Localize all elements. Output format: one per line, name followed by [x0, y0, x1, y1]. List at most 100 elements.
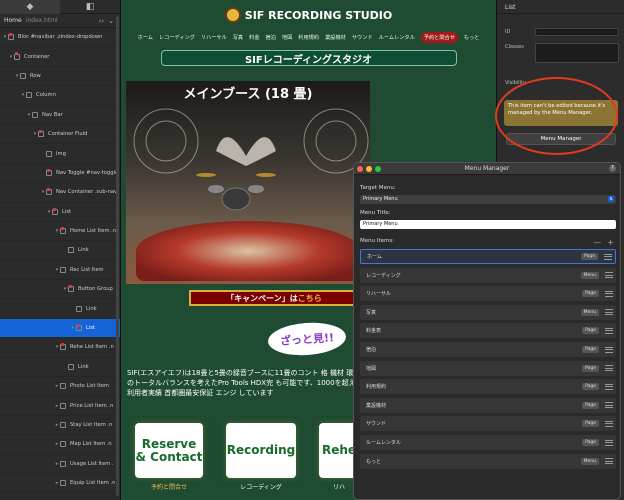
warning-marker-icon [77, 323, 80, 327]
drag-handle-icon[interactable] [605, 346, 613, 353]
layer-row[interactable]: Img [0, 144, 120, 164]
menu-item-label: 利用規約 [366, 384, 387, 391]
layer-row[interactable]: ▾ Home List Item .n [0, 222, 120, 242]
menu-item-row[interactable]: サウンド Page [360, 416, 616, 432]
navigator-scrollbar[interactable] [116, 16, 119, 496]
site-menu-item[interactable]: ルームレンタル [379, 34, 415, 41]
site-menu-item[interactable]: 利用規約 [298, 34, 319, 41]
layer-row[interactable]: ▾ Button Group [0, 280, 120, 300]
site-menu-item[interactable]: もっと [464, 34, 480, 41]
target-menu-select[interactable]: Primary Menu ⇅ [360, 195, 616, 204]
element-type-icon [60, 480, 66, 487]
campaign-link[interactable]: こちら [298, 293, 322, 304]
menu-item-row[interactable]: レコーディング Menu [360, 267, 616, 283]
layer-row[interactable]: Nav Toggle #nav-toggle [0, 164, 120, 184]
site-menu-item[interactable]: 地図 [282, 34, 292, 41]
menu-item-row[interactable]: 業設機材 Page [360, 397, 616, 413]
menu-item-row[interactable]: 利用規約 Page [360, 379, 616, 395]
site-menu-item[interactable]: 写真 [233, 34, 243, 41]
layer-row[interactable]: Link [0, 241, 120, 261]
drag-handle-icon[interactable] [605, 365, 613, 372]
element-type-icon [60, 422, 66, 428]
drag-handle-icon[interactable] [605, 309, 613, 316]
layer-label: Nav Container .sub-nav [56, 189, 118, 196]
menu-item-row[interactable]: 地図 Page [360, 360, 616, 376]
drag-handle-icon[interactable] [604, 253, 612, 260]
menu-item-row[interactable]: リハーサル Page [360, 286, 616, 302]
drag-handle-icon[interactable] [605, 402, 613, 409]
drag-handle-icon[interactable] [605, 272, 613, 279]
main-booth-photo: メインブース (18 畳) [126, 81, 370, 284]
layer-row[interactable]: ▾ Rec List Item [0, 261, 120, 281]
drag-handle-icon[interactable] [605, 420, 613, 427]
drag-handle-icon[interactable] [605, 458, 613, 465]
menu-manager-titlebar: Menu Manager ? [354, 163, 620, 175]
warning-marker-icon [9, 33, 12, 36]
menu-item-row[interactable]: 料金表 Page [360, 323, 616, 339]
menu-item-type-badge: Page [581, 253, 598, 260]
recording-card[interactable]: Recording [226, 423, 296, 478]
element-type-icon [20, 72, 26, 79]
layer-row[interactable]: ▾ List [0, 203, 120, 222]
layer-row[interactable]: ▾ Container [0, 47, 120, 67]
open-menu-manager-button[interactable]: Menu Manager [506, 133, 616, 145]
layer-row[interactable]: ▸ Photo List Item [0, 377, 120, 397]
layers-tab[interactable]: ◆ [0, 0, 60, 14]
id-input[interactable] [535, 28, 619, 36]
site-menu-item[interactable]: 料金 [249, 34, 259, 41]
layer-row[interactable]: Link [0, 299, 120, 319]
reserve-card[interactable]: Reserve & Contact [135, 423, 203, 478]
dropdown-icon[interactable]: ⌄ [108, 17, 114, 25]
layer-row[interactable]: ▸ Stay List Item .n [0, 416, 120, 436]
classes-input[interactable] [535, 43, 619, 63]
layer-row[interactable]: ▸ Price List Item .n [0, 396, 120, 416]
remove-item-button[interactable]: — [593, 238, 601, 247]
menu-item-row[interactable]: 宿泊 Page [360, 342, 616, 357]
target-menu-label: Target Menu: [360, 185, 396, 191]
layer-row[interactable]: ▾ Bloc #navibar .zindex-dropdown [0, 28, 120, 48]
drag-handle-icon[interactable] [605, 383, 613, 390]
campaign-button[interactable]: 「キャンペーン」は こちら [189, 290, 359, 306]
code-icon[interactable]: ‹› [99, 17, 105, 25]
menu-item-label: ルームレンタル [366, 440, 401, 446]
site-menu-item[interactable]: 宿泊 [266, 34, 276, 41]
layer-label: Rehe List Item .n [70, 344, 114, 351]
home-file-name: Home [4, 17, 22, 24]
site-menu-item[interactable]: 業設機材 [325, 34, 346, 41]
menu-item-type-badge: Page [582, 364, 599, 372]
menu-item-label: サウンド [366, 421, 387, 428]
drag-handle-icon[interactable] [605, 439, 613, 446]
layer-row[interactable]: Link [0, 358, 120, 378]
site-menu-item[interactable]: リハーサル [201, 34, 227, 41]
drag-handle-icon[interactable] [605, 327, 613, 334]
quick-look-bubble[interactable]: ざっと見!! [266, 320, 348, 358]
layer-row[interactable]: ▾ Container Fluid [0, 125, 120, 145]
layer-row[interactable]: ▸ Map List Item .n [0, 435, 120, 455]
layer-row[interactable]: ▸ Usage List Item . [0, 455, 120, 474]
layer-row[interactable]: ▸ List [0, 318, 120, 339]
file-path: index.html [25, 17, 58, 24]
menu-item-row[interactable]: 写真 Menu [360, 304, 616, 320]
drag-handle-icon[interactable] [605, 290, 613, 297]
layer-row[interactable]: ▾ Column [0, 86, 120, 106]
file-row[interactable]: Home index.html ‹› ⌄ [0, 14, 120, 28]
layer-row[interactable]: ▸ Equip List Item .n [0, 474, 120, 494]
pages-tab[interactable]: ◧ [60, 0, 120, 14]
layer-row[interactable]: ▾ Nav Bar [0, 106, 120, 125]
menu-item-row[interactable]: ルームレンタル Page [360, 435, 616, 450]
layer-row[interactable]: ▾ Rehe List Item .n [0, 338, 120, 358]
menu-item-type-badge: Page [582, 383, 599, 391]
layer-label: Map List Item .n [70, 441, 112, 448]
element-type-icon [60, 441, 66, 448]
menu-title-input[interactable]: Primary Menu [360, 220, 616, 229]
add-item-button[interactable]: + [607, 238, 614, 247]
site-menu-item[interactable]: レコーディング [159, 34, 195, 41]
menu-item-row[interactable]: もっと Menu [360, 453, 616, 469]
site-menu-item[interactable]: ホーム [138, 34, 153, 41]
layer-row[interactable]: ▾ Row [0, 67, 120, 87]
site-menu-item[interactable]: 予約と問合せ [420, 31, 458, 43]
menu-item-row[interactable]: ホーム Page [360, 249, 616, 264]
site-menu-item[interactable]: サウンド [352, 34, 373, 41]
layer-row[interactable]: ▾ Nav Container .sub-nav [0, 183, 120, 203]
help-icon[interactable]: ? [609, 165, 616, 172]
